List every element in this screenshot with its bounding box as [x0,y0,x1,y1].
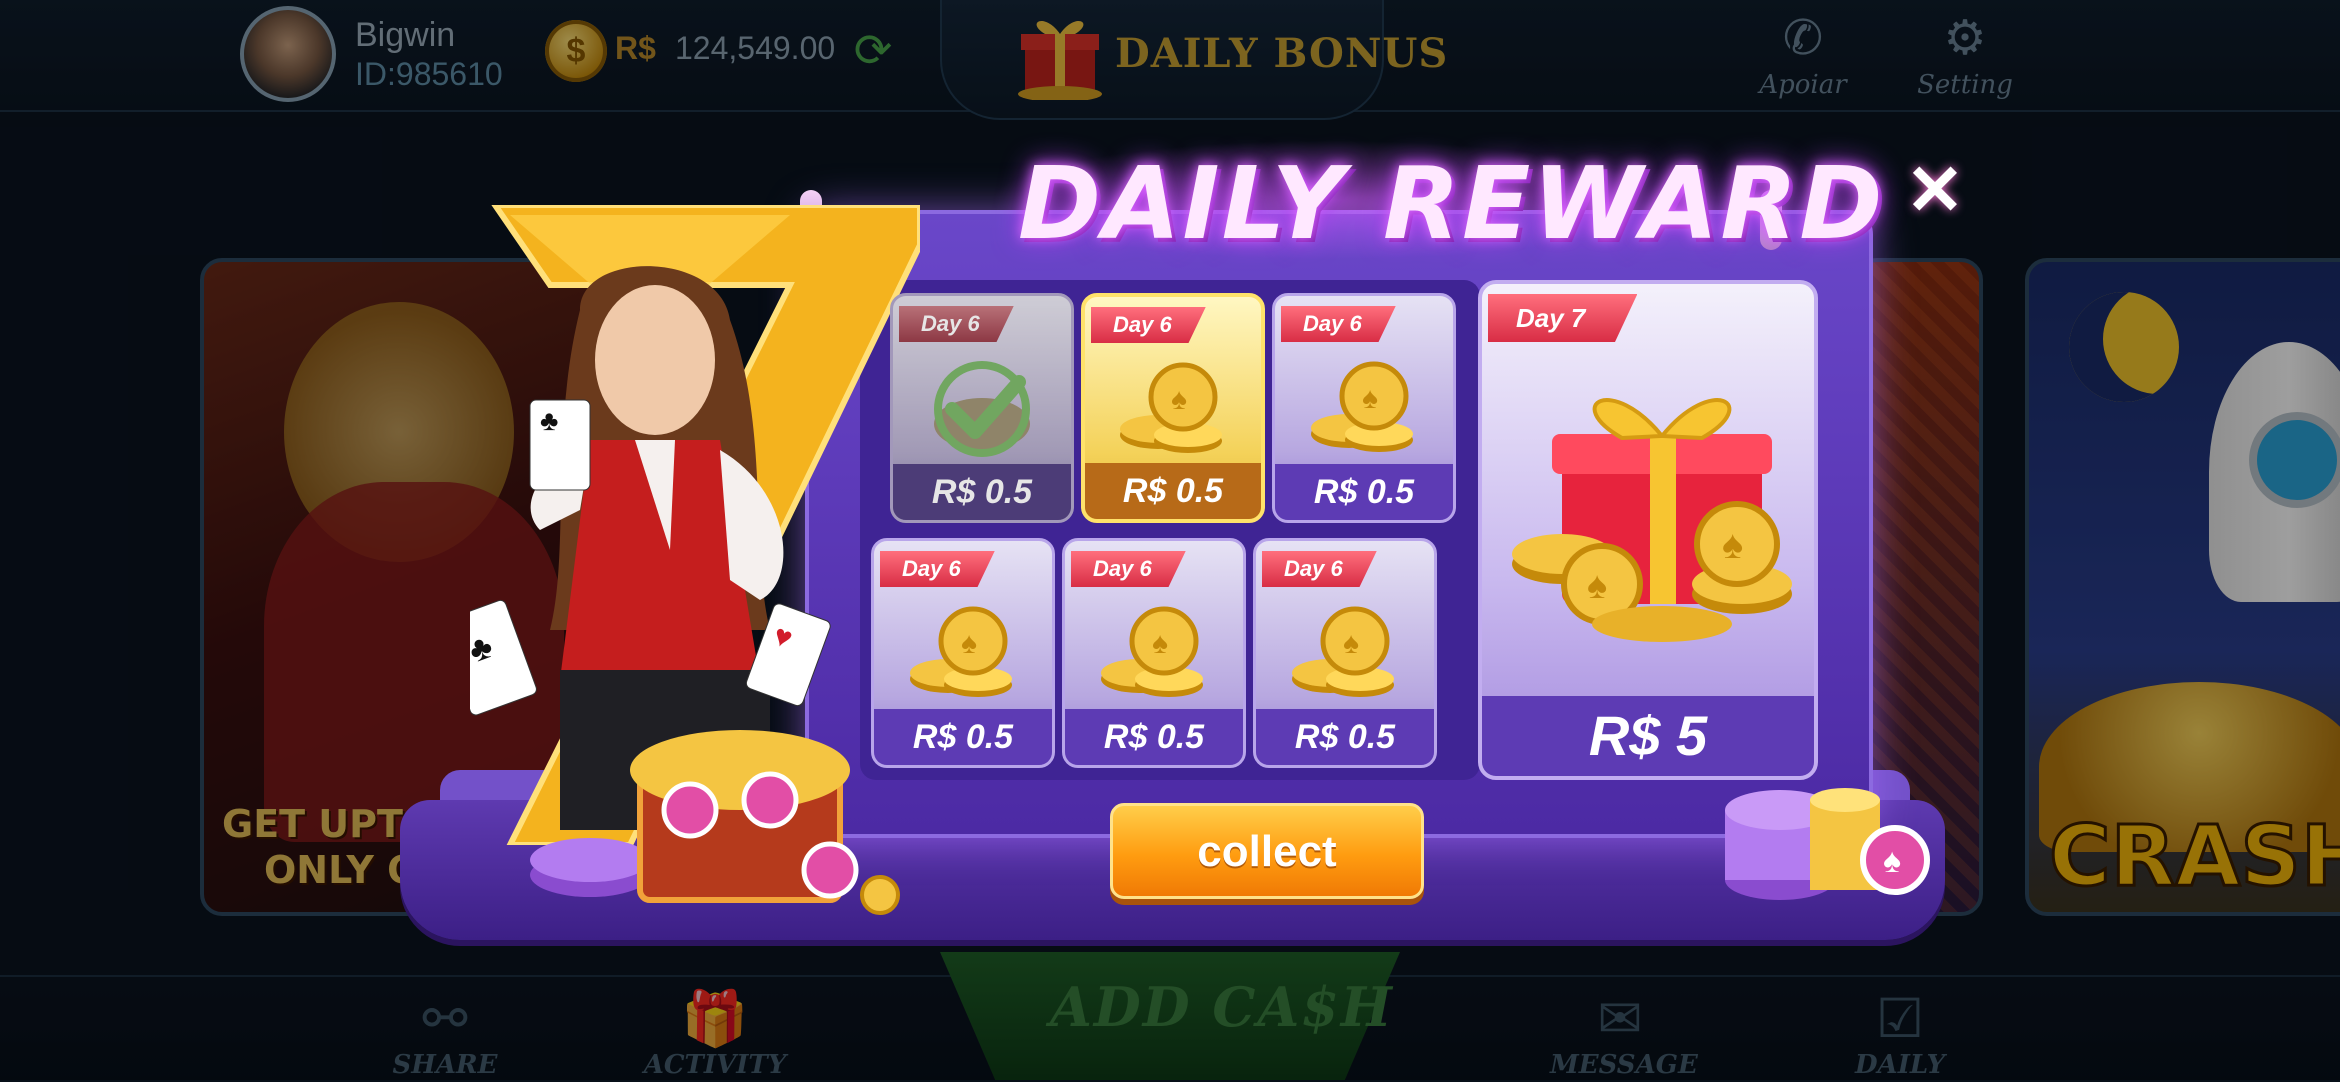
svg-text:♠: ♠ [1152,627,1168,660]
reward-amount: R$ 0.5 [893,464,1071,520]
svg-text:♠: ♠ [1362,382,1378,415]
checkmark-icon [934,361,1030,457]
collect-button[interactable]: collect [1110,803,1424,899]
day-tag: Day 6 [1262,551,1377,587]
reward-card-2[interactable]: Day 6 ♠ R$ 0.5 [1081,293,1265,523]
svg-text:♠: ♠ [961,627,977,660]
svg-text:♠: ♠ [1171,383,1187,416]
reward-card-5[interactable]: Day 6 ♠ R$ 0.5 [1062,538,1246,768]
svg-text:♠: ♠ [1587,565,1607,607]
coin-stack-icon: ♠ [1311,361,1413,452]
day-tag: Day 6 [880,551,995,587]
treasure-chest-image [530,730,900,915]
reward-card-3[interactable]: Day 6 ♠ R$ 0.5 [1272,293,1456,523]
reward-card-day7[interactable]: Day 7 ♠ ♠ R$ 5 [1478,280,1818,780]
day-tag: Day 6 [899,306,1014,342]
dialog-title: DAILY REWARD [1018,145,1885,262]
coin-stack-icon: ♠ [1101,606,1203,697]
chip-stack-image: ♠ [1725,788,1930,900]
reward-amount: R$ 0.5 [1085,463,1261,519]
reward-amount: R$ 0.5 [1275,464,1453,520]
svg-text:♠: ♠ [1883,842,1901,880]
coin-stack-icon: ♠ [1120,362,1222,453]
reward-card-6[interactable]: Day 6 ♠ R$ 0.5 [1253,538,1437,768]
reward-amount: R$ 0.5 [874,709,1052,765]
reward-amount: R$ 0.5 [1065,709,1243,765]
day-tag: Day 6 [1281,306,1396,342]
gift-box-icon: ♠ ♠ [1512,398,1792,642]
day-tag: Day 6 [1071,551,1186,587]
reward-amount: R$ 0.5 [1256,709,1434,765]
svg-text:♠: ♠ [1722,523,1743,567]
reward-card-1[interactable]: Day 6 R$ 0.5 [890,293,1074,523]
reward-amount: R$ 5 [1482,696,1814,776]
svg-text:♣: ♣ [540,405,558,436]
reward-card-4[interactable]: Day 6 ♠ R$ 0.5 [871,538,1055,768]
coin-stack-icon: ♠ [1292,606,1394,697]
coin-stack-icon: ♠ [910,606,1012,697]
close-icon[interactable]: ✕ [1905,155,1965,225]
day-tag: Day 7 [1488,294,1638,342]
svg-text:♠: ♠ [1343,627,1359,660]
day-tag: Day 6 [1091,307,1206,343]
